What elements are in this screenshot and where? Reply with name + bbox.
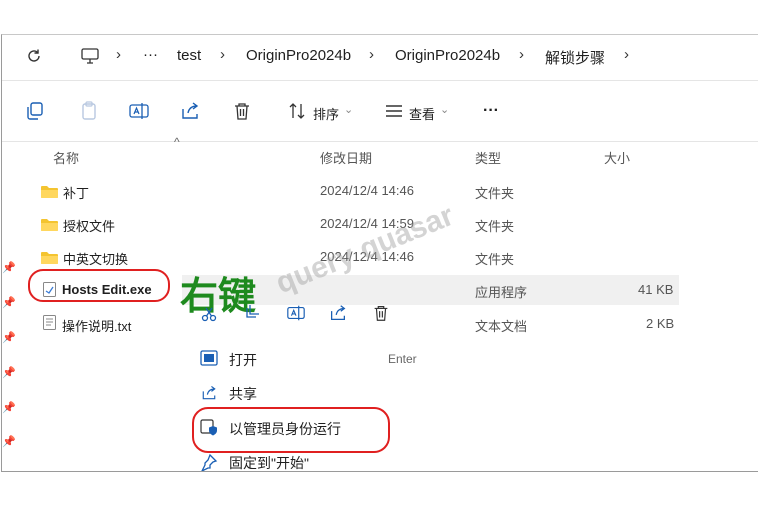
pin-icon: 📌 [2, 262, 16, 274]
chevron-right-icon: › [519, 46, 524, 63]
file-type: 文本文档 [475, 319, 528, 334]
file-name: 操作说明.txt [62, 319, 132, 334]
folder-icon [41, 219, 58, 231]
more-options-button[interactable]: ··· [483, 102, 499, 120]
copy-icon[interactable] [244, 305, 262, 323]
command-bar: 排序 ⌄ 查看 ⌄ ··· [2, 81, 758, 142]
context-menu-shortcut: Enter [388, 352, 417, 366]
view-label[interactable]: 查看 [409, 104, 435, 123]
file-size: 41 KB [638, 282, 674, 297]
file-name: 授权文件 [63, 219, 116, 234]
column-header-size[interactable]: 大小 [604, 148, 630, 167]
file-type: 文件夹 [475, 186, 515, 201]
file-name: 中英文切换 [63, 252, 129, 267]
pin-icon: 📌 [2, 402, 16, 414]
folder-icon [41, 252, 58, 264]
chevron-right-icon[interactable]: › [624, 46, 629, 63]
sort-icon[interactable] [286, 100, 308, 122]
context-menu-label: 打开 [229, 352, 257, 368]
breadcrumb-item-test[interactable]: test [177, 47, 201, 64]
share-icon[interactable] [179, 100, 201, 122]
highlight-box-run-as-admin [192, 407, 390, 453]
delete-icon[interactable] [231, 100, 253, 122]
file-type: 应用程序 [475, 285, 528, 300]
chevron-right-icon: › [116, 46, 121, 63]
context-menu-label: 固定到"开始" [229, 455, 309, 471]
column-header-name[interactable]: 名称 [53, 148, 79, 167]
share-icon[interactable] [328, 303, 348, 323]
rename-icon[interactable] [128, 100, 150, 122]
chevron-down-icon[interactable]: ⌄ [440, 103, 449, 116]
view-icon[interactable] [383, 100, 405, 122]
breadcrumb-item-originpro[interactable]: OriginPro2024b [246, 47, 351, 64]
file-name: 补丁 [63, 186, 90, 201]
txt-icon [43, 315, 56, 330]
computer-icon[interactable] [80, 46, 100, 66]
folder-icon [41, 186, 58, 198]
rename-icon[interactable] [286, 303, 306, 323]
chevron-right-icon: › [220, 46, 225, 63]
breadcrumb-more[interactable]: ··· [143, 46, 158, 63]
pin-icon: 📌 [2, 436, 16, 448]
copy-icon[interactable] [24, 100, 46, 122]
context-menu-label: 共享 [229, 386, 257, 402]
column-header-modified[interactable]: 修改日期 [320, 148, 372, 167]
paste-icon[interactable] [78, 100, 100, 122]
column-header-type[interactable]: 类型 [475, 148, 501, 167]
file-explorer-window: › ··· test › OriginPro2024b › OriginPro2… [1, 34, 758, 473]
file-type: 文件夹 [475, 219, 515, 234]
sort-label[interactable]: 排序 [313, 104, 339, 123]
sort-ascending-icon: ^ [174, 135, 180, 149]
cut-icon[interactable] [200, 305, 218, 323]
file-size: 2 KB [646, 316, 675, 331]
delete-icon[interactable] [371, 303, 391, 323]
chevron-down-icon[interactable]: ⌄ [344, 103, 353, 116]
row-highlight [182, 275, 679, 305]
breadcrumb-item-originpro-sub[interactable]: OriginPro2024b [395, 47, 500, 64]
file-modified: 2024/12/4 14:46 [320, 183, 414, 198]
address-bar: › ··· test › OriginPro2024b › OriginPro2… [2, 35, 758, 81]
pin-icon [200, 453, 218, 473]
chevron-right-icon: › [369, 46, 374, 63]
pin-icon: 📌 [2, 297, 16, 309]
highlight-box-exe [28, 269, 170, 302]
open-icon [200, 350, 218, 366]
pin-icon: 📌 [2, 367, 16, 379]
file-type: 文件夹 [475, 252, 515, 267]
share-icon [200, 384, 218, 402]
refresh-icon[interactable] [25, 47, 43, 65]
breadcrumb-item-unlock-steps[interactable]: 解锁步骤 [545, 47, 605, 68]
pin-icon: 📌 [2, 332, 16, 344]
